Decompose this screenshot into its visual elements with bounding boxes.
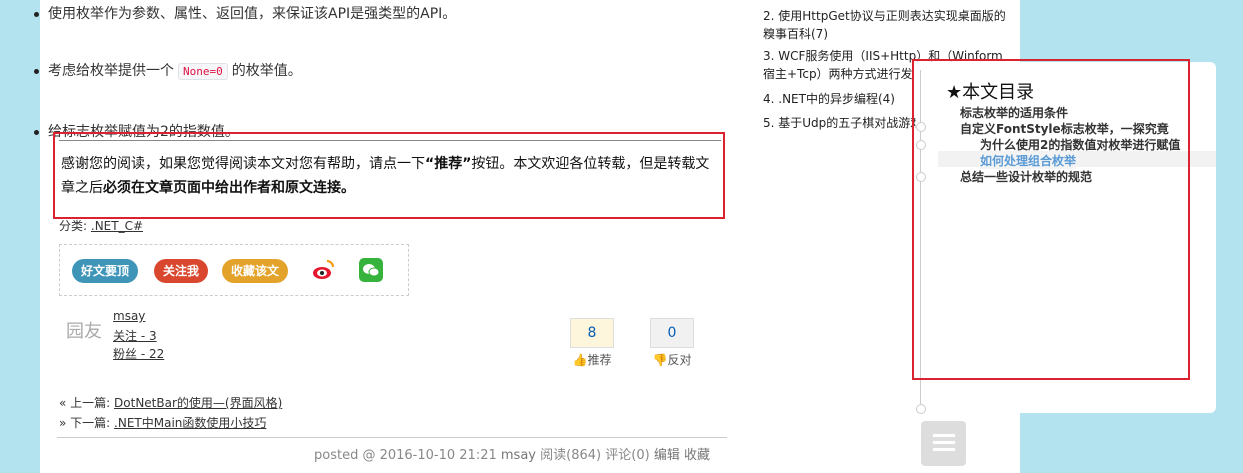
code-snippet: None=0 <box>178 63 228 80</box>
downvote-count: 0 <box>650 318 694 348</box>
notice-divider <box>59 140 721 141</box>
avatar[interactable]: 园友 <box>62 313 104 355</box>
prev-post: « 上一篇: DotNetBar的使用—(界面风格) <box>59 394 282 411</box>
prev-post-link[interactable]: DotNetBar的使用—(界面风格) <box>114 396 282 410</box>
post-info: posted @ 2016-10-10 21:21 msay 阅读(864) 评… <box>314 444 710 463</box>
favorite-button[interactable]: 收藏该文 <box>222 259 289 283</box>
toc-highlight-box <box>912 59 1190 380</box>
notice-text: 感谢您的阅读，如果您觉得阅读本文对您有帮助，请点一下“推荐”按钮。本文欢迎各位转… <box>61 152 721 200</box>
menu-icon[interactable] <box>921 421 966 466</box>
notice-text-part: 感谢您的阅读，如果您觉得阅读本文对您有帮助，请点一下 <box>61 156 425 172</box>
upvote-box[interactable]: 8 👍推荐 <box>570 318 614 368</box>
wechat-icon[interactable] <box>359 258 383 282</box>
sidebar-item[interactable]: 2. 使用HttpGet协议与正则表达实现桌面版的糗事百科(7) <box>763 7 1011 43</box>
category-label: 分类: <box>59 219 88 233</box>
next-post-link[interactable]: .NET中Main函数使用小技巧 <box>114 416 266 430</box>
upvote-count: 8 <box>570 318 614 348</box>
post-date: posted @ 2016-10-10 21:21 <box>314 448 497 463</box>
notice-bold: 必须在文章页面中给出作者和原文连接。 <box>103 180 355 196</box>
edit-link[interactable]: 编辑 <box>654 448 680 463</box>
downvote-box[interactable]: 0 👎反对 <box>650 318 694 368</box>
author-follow-count[interactable]: 关注 - 3 <box>113 327 157 344</box>
notice-recommend: “推荐” <box>425 156 472 172</box>
guideline-text-tail: 的枚举值。 <box>231 63 302 79</box>
prev-post-label: « 上一篇: <box>59 396 111 410</box>
downvote-text: 反对 <box>667 353 692 367</box>
post-author-link[interactable]: msay <box>501 448 536 463</box>
follow-button[interactable]: 关注我 <box>154 259 209 283</box>
reprint-notice: 感谢您的阅读，如果您觉得阅读本文对您有帮助，请点一下“推荐”按钮。本文欢迎各位转… <box>53 132 725 219</box>
author-name[interactable]: msay <box>113 309 145 323</box>
toc-bullet <box>916 404 926 414</box>
recommend-post-button[interactable]: 好文要顶 <box>72 259 139 283</box>
post-reads: 阅读(864) <box>540 448 602 463</box>
next-post-label: » 下一篇: <box>59 416 111 430</box>
category-line: 分类: .NET_C# <box>59 217 143 234</box>
guideline-list: 使用枚举作为参数、属性、返回值，来保证该API是强类型的API。 考虑给枚举提供… <box>33 0 457 140</box>
guideline-text: 考虑给枚举提供一个 <box>48 63 174 79</box>
share-bar: 好文要顶 关注我 收藏该文 <box>59 244 409 296</box>
post-comments[interactable]: 评论(0) <box>605 448 649 463</box>
thumb-down-icon: 👎 <box>652 353 668 367</box>
thumb-up-icon: 👍 <box>572 353 588 367</box>
guideline-item: 考虑给枚举提供一个 None=0 的枚举值。 <box>33 61 456 81</box>
guideline-item: 使用枚举作为参数、属性、返回值，来保证该API是强类型的API。 <box>33 6 457 22</box>
footer-divider <box>57 437 727 438</box>
author-fans-count[interactable]: 粉丝 - 22 <box>113 345 164 362</box>
avatar-text: 园友 <box>66 321 102 342</box>
favorite-link[interactable]: 收藏 <box>684 448 710 463</box>
upvote-text: 推荐 <box>587 353 612 367</box>
category-link[interactable]: .NET_C# <box>91 219 143 233</box>
next-post: » 下一篇: .NET中Main函数使用小技巧 <box>59 414 266 431</box>
weibo-icon[interactable] <box>312 258 336 282</box>
downvote-label: 👎反对 <box>650 351 694 368</box>
upvote-label: 👍推荐 <box>570 351 614 368</box>
